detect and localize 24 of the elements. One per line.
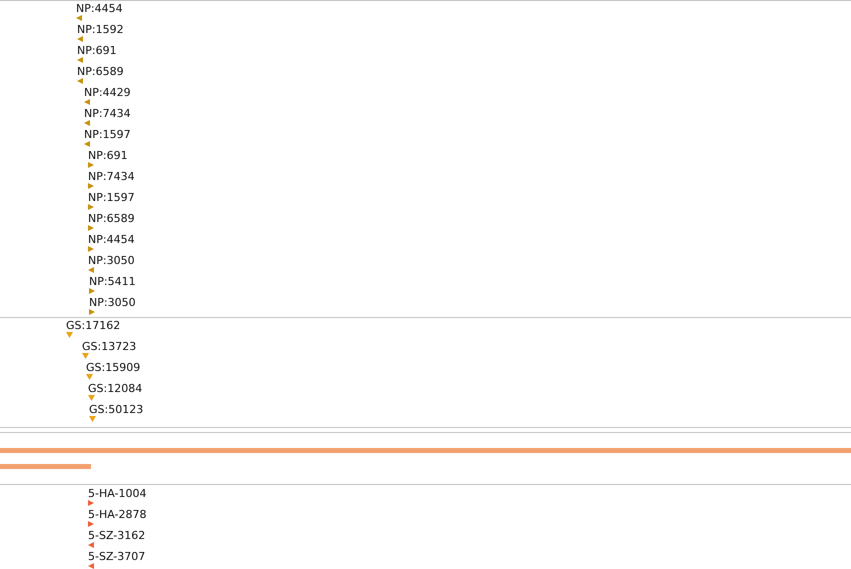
feature-label: 5-SZ-3707 (88, 550, 146, 563)
feature-label: NP:6589 (77, 65, 124, 78)
feature-label: NP:1592 (77, 23, 124, 36)
feature-label: NP:4454 (88, 233, 135, 246)
feature-label: NP:6589 (88, 212, 135, 225)
feature-label: NP:3050 (89, 296, 136, 309)
feature-label: NP:7434 (84, 107, 131, 120)
feature-label: GS:50123 (89, 403, 144, 416)
feature-label: 5-SZ-3162 (88, 529, 146, 542)
feature-label: NP:7434 (88, 170, 135, 183)
feature-label: NP:691 (88, 149, 128, 162)
feature-label: GS:12084 (88, 382, 142, 395)
feature-label: NP:4454 (76, 2, 123, 15)
feature-label: NP:3050 (88, 254, 135, 267)
feature-label: 5-HA-1004 (88, 487, 146, 500)
feature-label: GS:17162 (66, 319, 120, 332)
feature-label: GS:13723 (82, 340, 136, 353)
feature-label: NP:5411 (89, 275, 136, 288)
feature-label: NP:691 (77, 44, 117, 57)
feature-label: NP:1597 (84, 128, 131, 141)
feature-label: NP:4429 (84, 86, 131, 99)
feature-label: 5-HA-2878 (88, 508, 146, 521)
feature-label: GS:15909 (86, 361, 140, 374)
feature-label: NP:1597 (88, 191, 135, 204)
